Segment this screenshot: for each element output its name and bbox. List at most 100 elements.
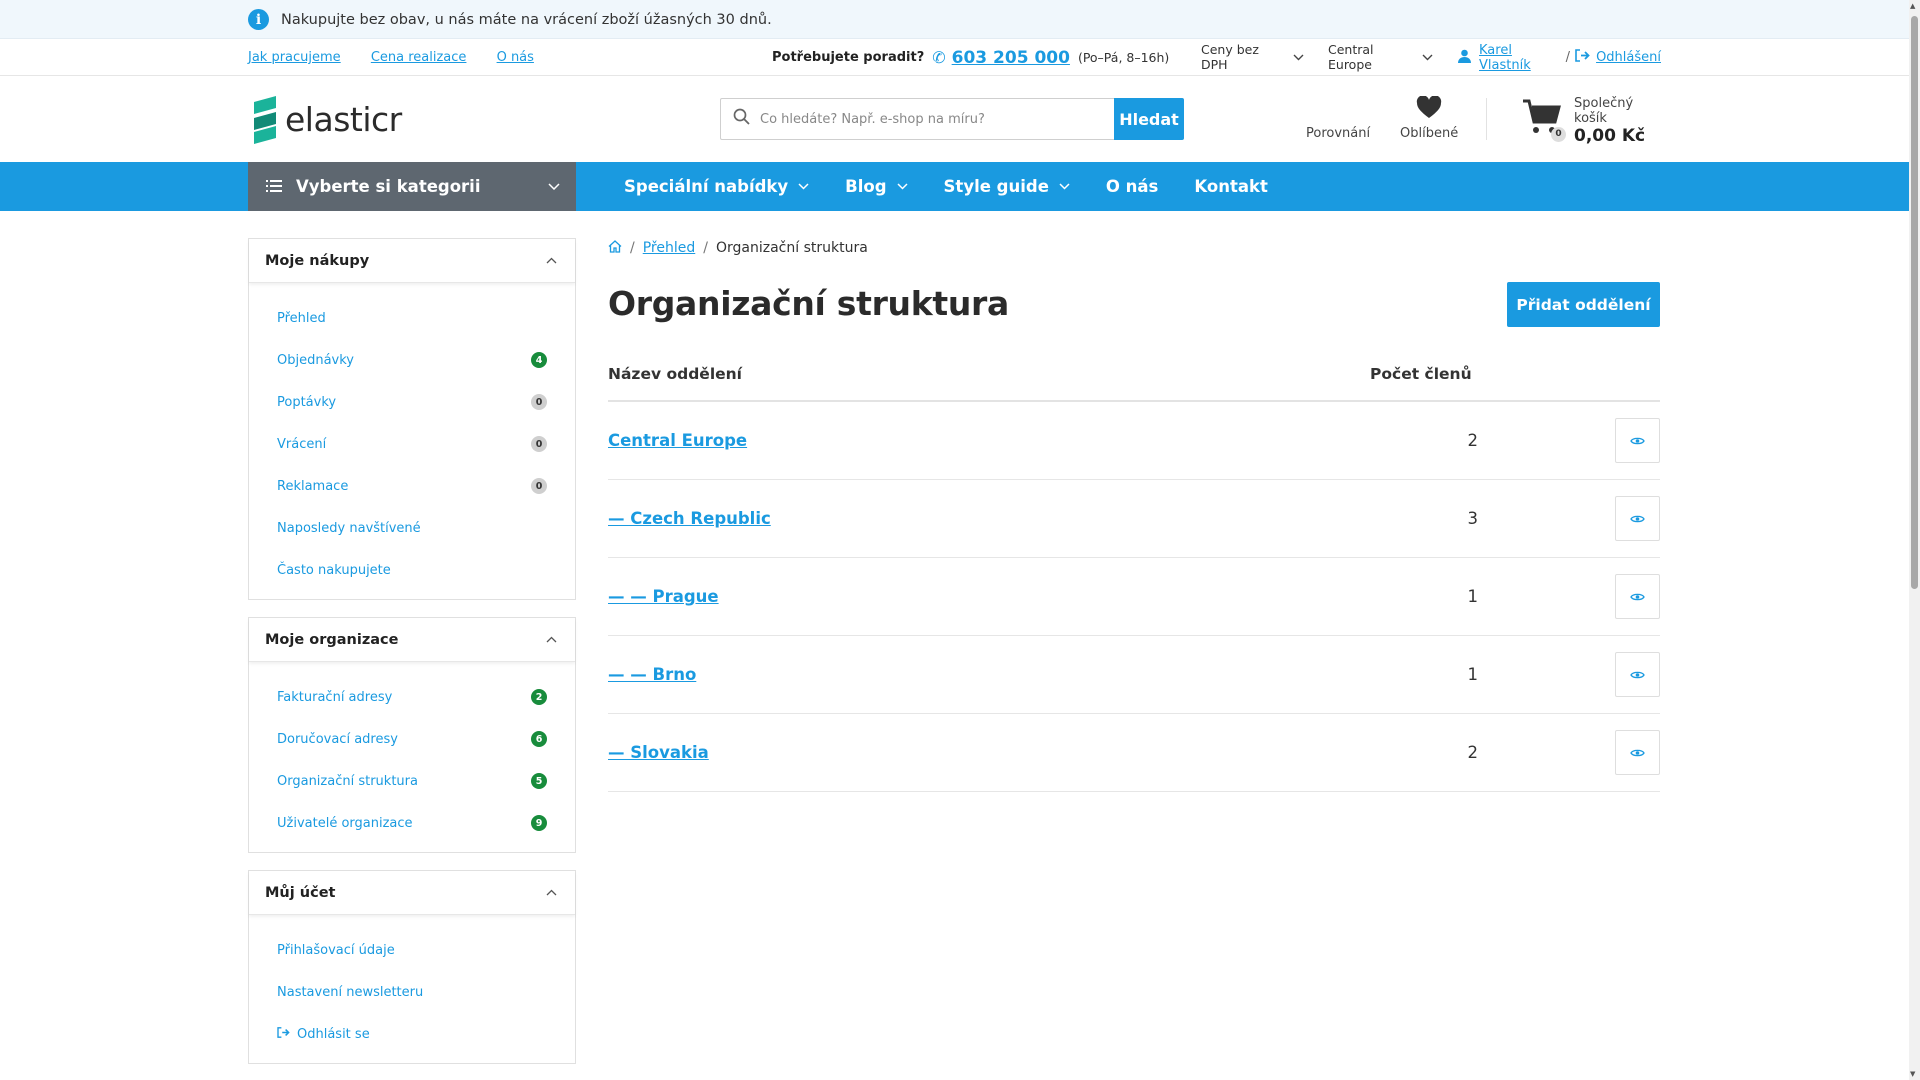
top-link-jak-pracujeme[interactable]: Jak pracujeme	[248, 50, 341, 65]
scroll-down-arrow-icon[interactable]: ▼	[1910, 1070, 1915, 1078]
price-vat-select[interactable]: Ceny bez DPH	[1201, 42, 1304, 72]
sidebar-item-dorucovaci-adresy[interactable]: Doručovací adresy 6	[249, 718, 575, 760]
sidebar-item-label: Přihlašovací údaje	[277, 942, 395, 958]
view-department-button[interactable]	[1615, 418, 1660, 463]
site-header: elasticr Hledat Porovnání Oblíbené	[0, 76, 1920, 162]
sidebar-item-label: Nastavení newsletteru	[277, 984, 424, 1000]
sidebar-item-label: Odhlásit se	[297, 1026, 370, 1042]
cart-link[interactable]: 0 Společný košík 0,00 Kč	[1522, 96, 1661, 146]
phone-number-link[interactable]: 603 205 000	[952, 48, 1070, 68]
user-area: Karel Vlastník / Odhlášení	[1458, 39, 1661, 76]
category-menu-button[interactable]: Vyberte si kategorii	[248, 162, 576, 211]
contact-hours: (Po–Pá, 8–16h)	[1077, 50, 1170, 65]
breadcrumb-link-prehled[interactable]: Přehled	[643, 240, 696, 256]
sidebar-section-header[interactable]: Můj účet	[249, 871, 575, 915]
info-bar-text: Nakupujte bez obav, u nás máte na vrácen…	[281, 11, 772, 28]
sidebar-item-organizacni-struktura[interactable]: Organizační struktura 5	[249, 760, 575, 802]
member-count: 2	[1467, 431, 1479, 450]
chevron-down-icon	[897, 180, 908, 193]
sidebar-item-label: Uživatelé organizace	[277, 815, 413, 831]
department-link[interactable]: — — Prague	[608, 587, 719, 606]
table-header: Název oddělení Počet členů	[608, 348, 1660, 402]
breadcrumb-separator: /	[703, 240, 708, 256]
sidebar-item-uzivatele-organizace[interactable]: Uživatelé organizace 9	[249, 802, 575, 844]
page-scrollbar[interactable]: ▲ ▼	[1909, 0, 1920, 1080]
department-link[interactable]: Central Europe	[608, 431, 747, 450]
eye-icon	[1630, 431, 1645, 450]
sidebar-section-moje-nakupy: Moje nákupy Přehled Objednávky 4 Poptávky…	[248, 238, 576, 600]
favorites-label: Oblíbené	[1400, 126, 1459, 141]
nav-item-blog[interactable]: Blog	[845, 177, 908, 196]
sidebar-item-label: Fakturační adresy	[277, 689, 393, 705]
column-header-members: Počet členů	[1370, 365, 1472, 383]
scroll-up-arrow-icon[interactable]: ▲	[1910, 2, 1915, 10]
sidebar-item-prihlasovaci-udaje[interactable]: Přihlašovací údaje	[249, 929, 575, 971]
view-department-button[interactable]	[1615, 496, 1660, 541]
phone-icon: ✆	[932, 48, 946, 67]
nav-item-label: Speciální nabídky	[624, 177, 789, 196]
table-row: — Slovakia 2	[608, 714, 1660, 792]
main-content: / Přehled / Organizační struktura Organi…	[608, 238, 1660, 792]
nav-item-style-guide[interactable]: Style guide	[944, 177, 1070, 196]
sidebar-section-title: Můj účet	[265, 884, 336, 901]
view-department-button[interactable]	[1615, 652, 1660, 697]
main-nav: Vyberte si kategorii Speciální nabídky B…	[0, 162, 1920, 211]
search-input[interactable]	[760, 111, 1100, 127]
home-icon[interactable]	[608, 239, 622, 257]
department-link[interactable]: — Slovakia	[608, 743, 709, 762]
sidebar-item-casto-nakupujete[interactable]: Často nakupujete	[249, 549, 575, 591]
view-department-button[interactable]	[1615, 730, 1660, 775]
search-bar: Hledat	[720, 98, 1184, 140]
top-link-o-nas[interactable]: O nás	[497, 50, 534, 65]
search-button[interactable]: Hledat	[1114, 98, 1184, 140]
nav-item-o-nas[interactable]: O nás	[1106, 177, 1158, 196]
count-badge: 2	[531, 689, 547, 705]
chevron-down-icon	[548, 179, 560, 194]
sidebar-item-vraceni[interactable]: Vrácení 0	[249, 423, 575, 465]
cart-value: 0,00 Kč	[1574, 126, 1646, 146]
sidebar-section-header[interactable]: Moje organizace	[249, 618, 575, 662]
chevron-down-icon	[1422, 50, 1433, 65]
info-bar: i Nakupujte bez obav, u nás máte na vrác…	[0, 0, 1920, 39]
nav-item-special-offers[interactable]: Speciální nabídky	[624, 177, 809, 196]
scrollbar-thumb[interactable]	[1911, 16, 1918, 589]
view-department-button[interactable]	[1615, 574, 1660, 619]
eye-icon	[1630, 665, 1645, 684]
nav-item-label: Style guide	[943, 177, 1049, 196]
sidebar-item-label: Často nakupujete	[277, 562, 391, 578]
member-count: 1	[1467, 587, 1479, 606]
logout-link[interactable]: Odhlášení	[1596, 50, 1661, 65]
favorites-link[interactable]: Oblíbené	[1400, 95, 1459, 141]
sidebar-item-label: Reklamace	[277, 478, 349, 494]
price-select-line2: DPH	[1201, 57, 1228, 72]
add-department-button[interactable]: Přidat oddělení	[1507, 282, 1660, 327]
sidebar-item-odhlasit-se[interactable]: Odhlásit se	[249, 1013, 575, 1055]
info-icon: i	[248, 9, 269, 30]
count-badge: 4	[531, 352, 547, 368]
sidebar-item-poptavky[interactable]: Poptávky 0	[249, 381, 575, 423]
cart-label: Společný košík	[1574, 96, 1634, 126]
nav-item-label: Blog	[845, 177, 887, 196]
column-header-name: Název oddělení	[608, 365, 742, 383]
region-select[interactable]: Central Europe	[1328, 42, 1433, 72]
user-name-link[interactable]: Karel Vlastník	[1479, 43, 1561, 73]
sidebar-section-header[interactable]: Moje nákupy	[249, 239, 575, 283]
compare-icon	[1306, 96, 1370, 126]
compare-link[interactable]: Porovnání	[1306, 96, 1370, 141]
heart-icon	[1400, 95, 1458, 126]
sidebar-item-nastaveni-newsletteru[interactable]: Nastavení newsletteru	[249, 971, 575, 1013]
table-row: Central Europe 2	[608, 402, 1660, 480]
department-link[interactable]: — — Brno	[608, 665, 696, 684]
sidebar-item-objednavky[interactable]: Objednávky 4	[249, 339, 575, 381]
contact-info: Potřebujete poradit? ✆ 603 205 000 (Po–P…	[772, 39, 1169, 76]
sidebar-item-fakturacni-adresy[interactable]: Fakturační adresy 2	[249, 676, 575, 718]
nav-item-kontakt[interactable]: Kontakt	[1194, 177, 1267, 196]
logo[interactable]: elasticr	[252, 96, 402, 144]
sidebar-item-naposledy-navstivene[interactable]: Naposledy navštívené	[249, 507, 575, 549]
sidebar-item-reklamace[interactable]: Reklamace 0	[249, 465, 575, 507]
sidebar-item-prehled[interactable]: Přehled	[249, 297, 575, 339]
top-link-cena-realizace[interactable]: Cena realizace	[371, 50, 467, 65]
count-badge: 5	[531, 773, 547, 789]
department-link[interactable]: — Czech Republic	[608, 509, 771, 528]
sidebar-section-title: Moje organizace	[265, 631, 399, 648]
